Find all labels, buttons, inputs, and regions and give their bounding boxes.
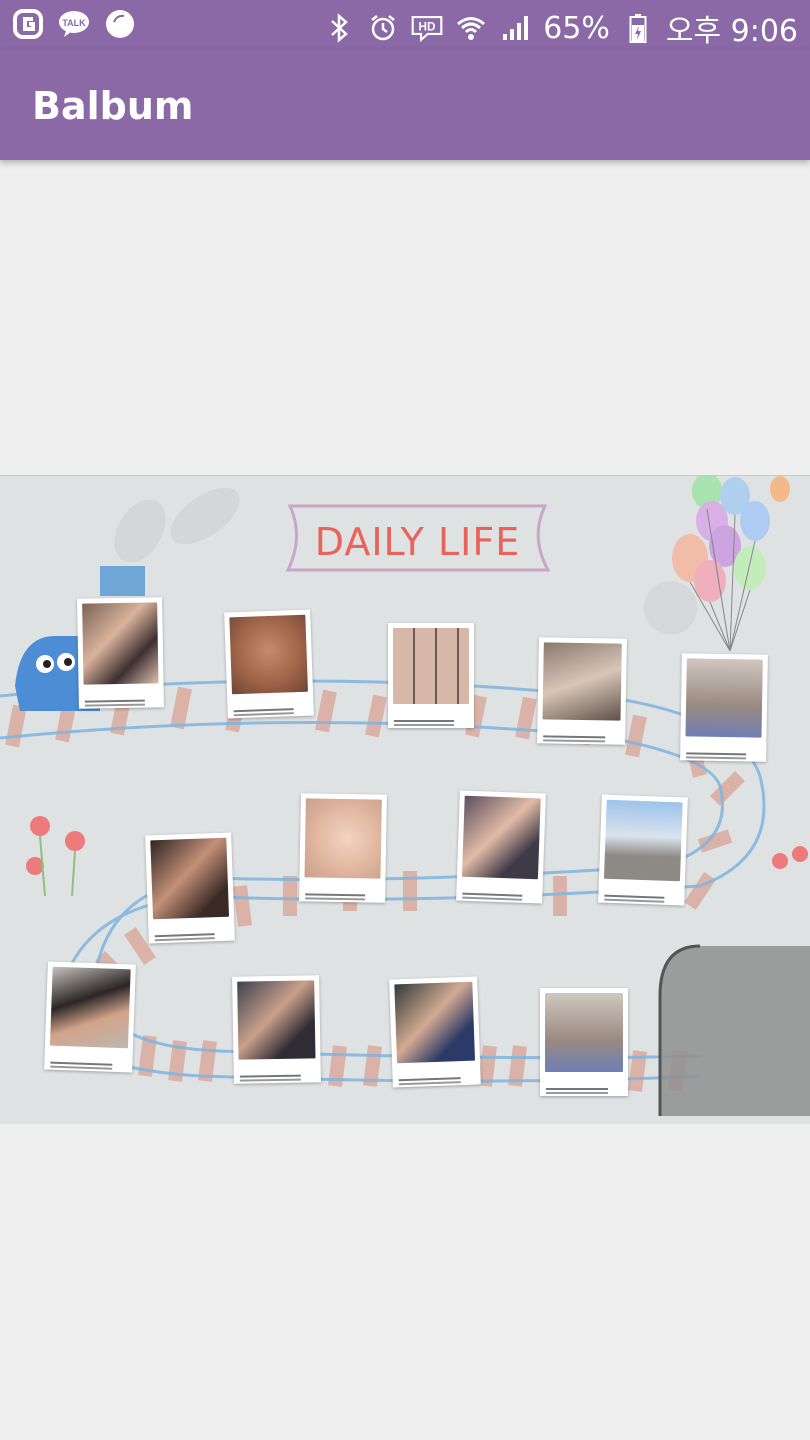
photo-girl-sunglasses[interactable] — [456, 790, 546, 904]
wifi-icon — [455, 12, 487, 44]
status-bar: TALK HD 65% 오후 9:06 — [0, 0, 810, 50]
photo-babies-collage[interactable] — [388, 623, 474, 728]
status-time: 오후 9:06 — [665, 14, 798, 49]
alarm-icon — [367, 12, 399, 44]
banner-text: DAILY LIFE — [314, 520, 521, 564]
kakaotalk-icon: TALK — [58, 8, 90, 40]
photo-man-cap[interactable] — [44, 961, 136, 1073]
photo-family-group[interactable] — [232, 975, 321, 1084]
photo-two-friends-cafe[interactable] — [145, 832, 235, 944]
svg-text:TALK: TALK — [62, 18, 86, 28]
photo-kids-table[interactable] — [537, 637, 627, 745]
hd-icon: HD — [411, 12, 443, 44]
photo-girls-blue-dress[interactable] — [680, 653, 768, 762]
signal-icon — [499, 12, 531, 44]
ball-app-icon — [104, 8, 136, 40]
photo-kids-railing[interactable] — [598, 794, 688, 906]
daily-life-banner: DAILY LIFE — [280, 498, 555, 576]
photo-two-women[interactable] — [389, 976, 481, 1088]
battery-icon — [622, 12, 654, 44]
photo-baby-face[interactable] — [224, 609, 314, 719]
svg-text:HD: HD — [419, 21, 436, 34]
album-canvas[interactable]: ● DAILY LIFE — [0, 475, 810, 1124]
g-app-icon — [12, 8, 44, 40]
photo-sleeping-baby[interactable] — [299, 793, 387, 903]
battery-percent: 65% — [543, 10, 610, 46]
photo-girls-blue-dress-2[interactable] — [540, 988, 628, 1096]
bluetooth-icon — [323, 12, 355, 44]
app-bar: Balbum — [0, 50, 810, 160]
photo-friends-group[interactable] — [77, 597, 164, 709]
app-title: Balbum — [32, 84, 194, 128]
